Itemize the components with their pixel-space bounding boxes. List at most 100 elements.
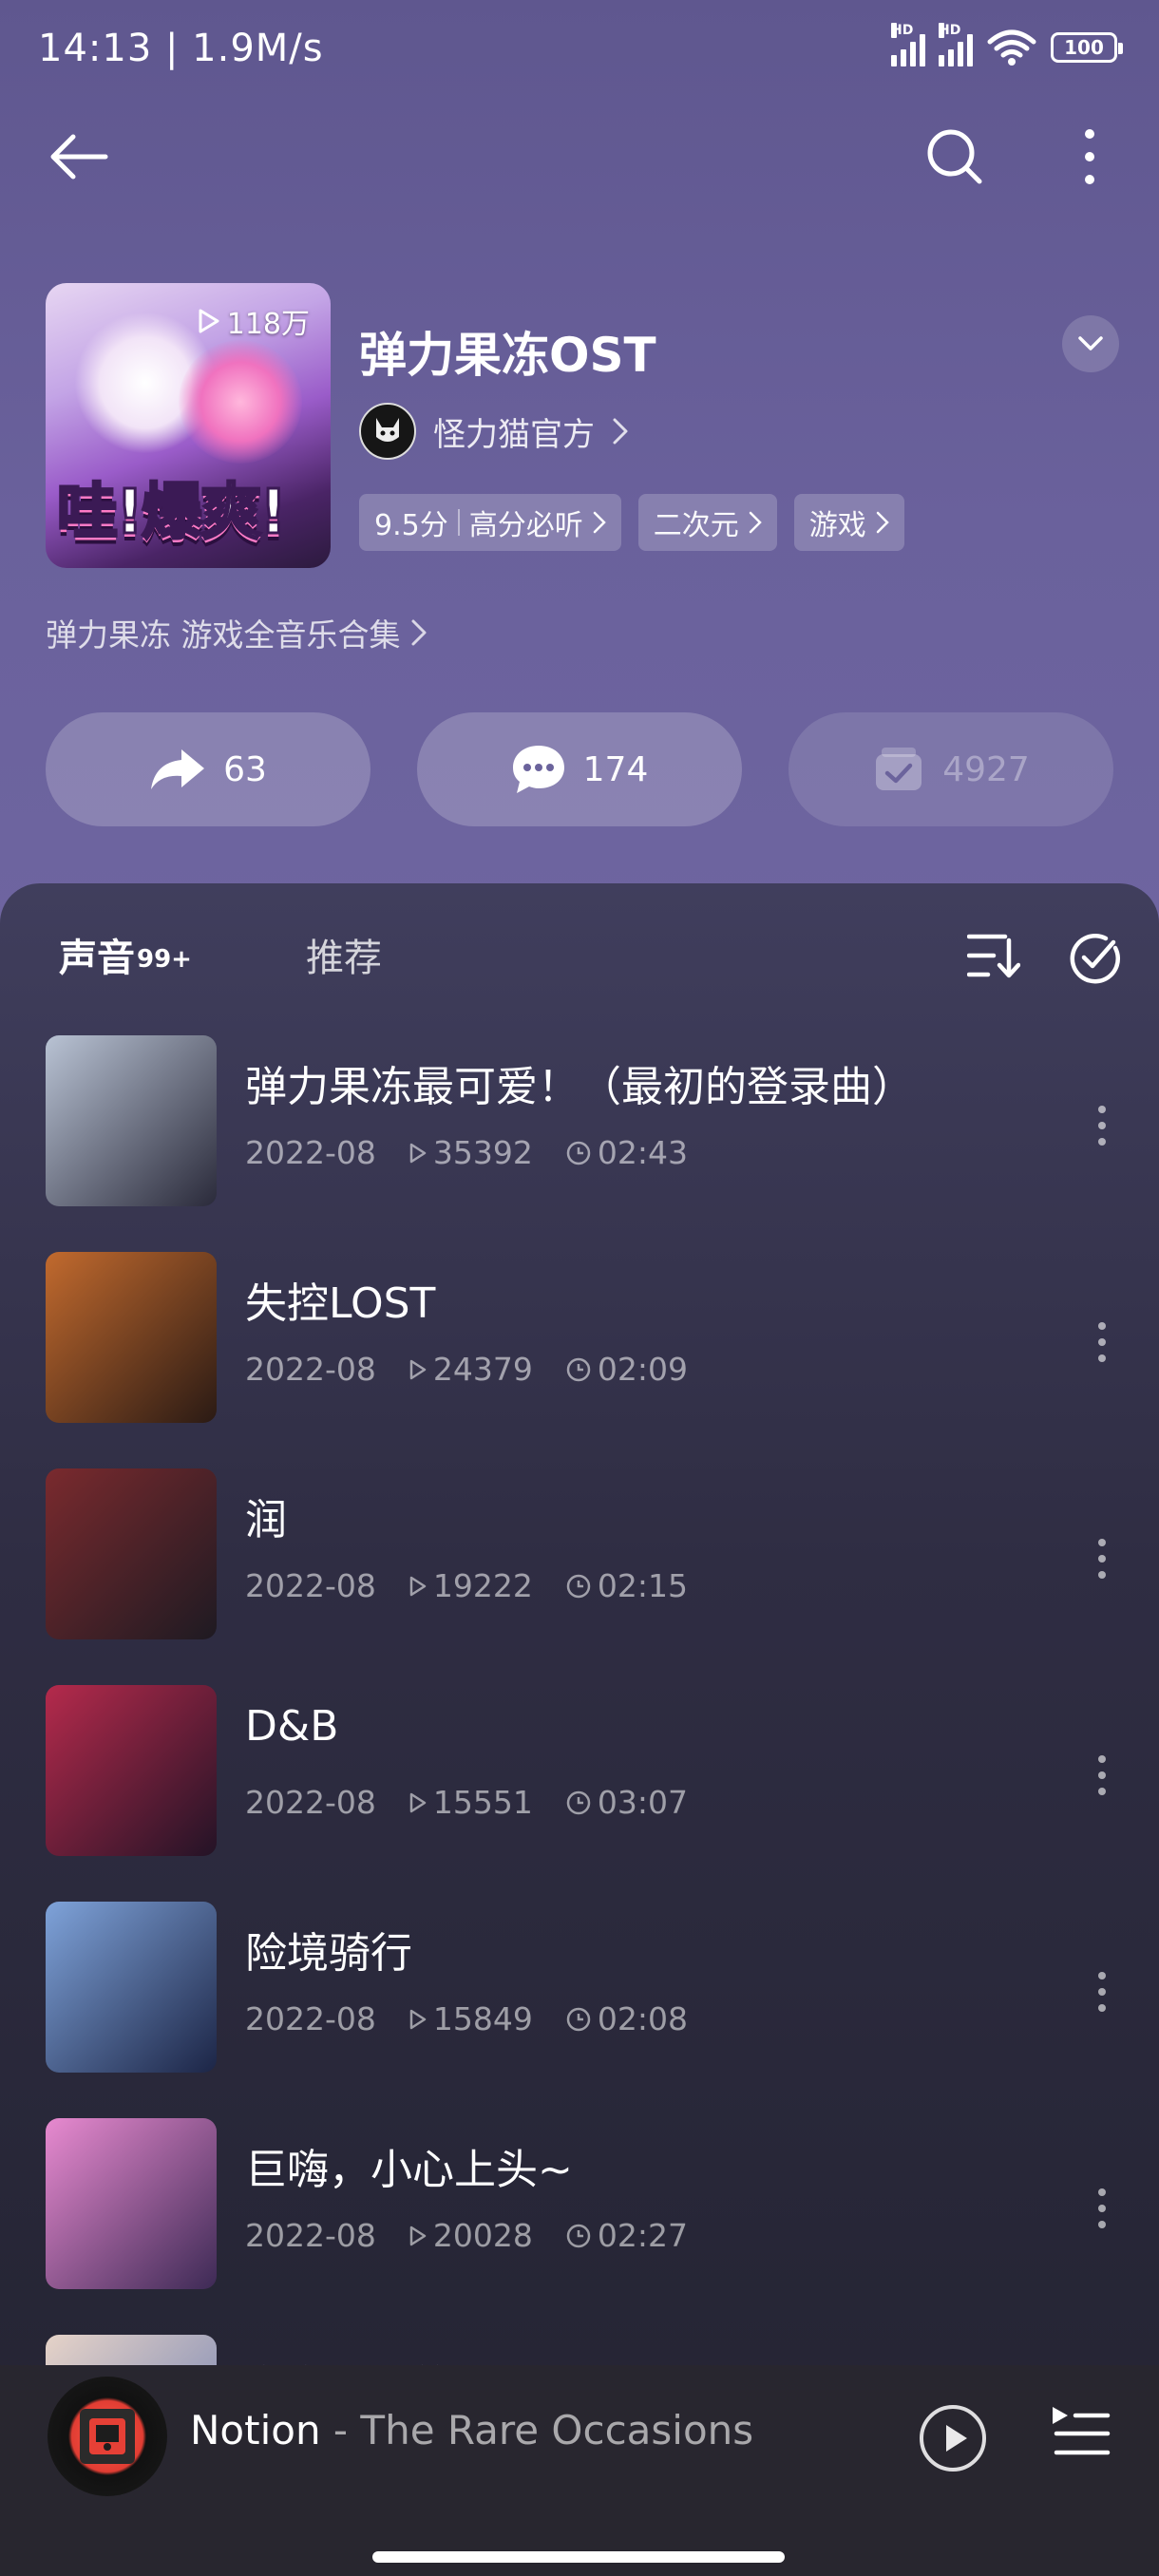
track-meta: 2022-08 20028 02:27 — [245, 2217, 688, 2254]
tab-recommend[interactable]: 推荐 — [306, 927, 382, 982]
more-button[interactable] — [1047, 114, 1132, 199]
rating-label: 高分必听 — [468, 509, 583, 542]
track-cover — [46, 1902, 217, 2073]
wifi-icon — [987, 29, 1036, 66]
track-cover-art — [46, 1252, 217, 1423]
album-play-count-text: 118万 — [226, 308, 310, 341]
album-header: 哇!爆爽! 118万 弹力果冻OST 怪力猫官方 9.5分 高分必听 二次元 游… — [46, 283, 1119, 568]
batch-select-button[interactable] — [1068, 931, 1121, 988]
cat-logo-icon — [376, 418, 399, 442]
tab-sounds[interactable]: 声音99+ — [51, 927, 192, 982]
clock-icon — [566, 1574, 591, 1598]
subscribe-count: 4927 — [942, 749, 1030, 789]
search-icon — [927, 129, 982, 184]
track-title: 弹力果冻最可爱！（最初的登录曲） — [245, 1063, 914, 1111]
track-cover — [46, 1035, 217, 1206]
status-bar: 14:13 | 1.9M/s HD HD 100 — [0, 0, 1159, 104]
now-playing-disc[interactable] — [48, 2377, 167, 2496]
track-cover-art — [46, 1035, 217, 1206]
track-date: 2022-08 — [245, 1784, 376, 1821]
track-row[interactable]: D&B 2022-08 15551 03:07 — [0, 1685, 1159, 1902]
search-button[interactable] — [912, 114, 998, 199]
chevron-right-icon — [876, 511, 889, 534]
now-playing-song: Notion — [190, 2407, 321, 2453]
track-plays-text: 20028 — [432, 2217, 533, 2254]
track-more-button[interactable] — [1083, 1959, 1121, 2025]
chevron-down-icon — [1078, 336, 1103, 350]
playlist-button[interactable] — [1049, 2403, 1112, 2464]
track-row[interactable]: 失控LOST 2022-08 24379 02:09 — [0, 1252, 1159, 1468]
share-button[interactable]: 63 — [46, 712, 370, 826]
tag-rating[interactable]: 9.5分 高分必听 — [359, 494, 621, 551]
track-row[interactable]: 弹力果冻最可爱！（最初的登录曲） 2022-08 35392 02:43 — [0, 1035, 1159, 1252]
home-indicator[interactable] — [372, 2551, 785, 2563]
tag-game[interactable]: 游戏 — [793, 494, 904, 551]
hd-label: HD — [891, 23, 914, 38]
mini-player[interactable]: Notion - The Rare Occasions — [0, 2365, 1159, 2576]
status-indicators: HD HD 100 — [891, 23, 1123, 66]
track-title: 润 — [245, 1496, 287, 1544]
cover-art-shape — [179, 340, 302, 464]
clock-icon — [566, 2007, 591, 2031]
subscribe-button[interactable]: 4927 — [788, 712, 1113, 826]
track-date: 2022-08 — [245, 1134, 376, 1171]
track-row[interactable]: 险境骑行 2022-08 15849 02:08 — [0, 1902, 1159, 2118]
track-panel: 声音99+ 推荐 弹力果冻最可爱！（最初的登录曲） 2022-08 35392 … — [0, 883, 1159, 2576]
track-more-button[interactable] — [1083, 2175, 1121, 2242]
playlist-icon — [1053, 2407, 1111, 2455]
track-cover — [46, 1252, 217, 1423]
track-date: 2022-08 — [245, 1567, 376, 1604]
track-plays-text: 19222 — [432, 1567, 533, 1604]
play-triangle-icon — [199, 309, 219, 333]
play-triangle-icon — [409, 1576, 427, 1596]
track-row[interactable]: 润 2022-08 19222 02:15 — [0, 1468, 1159, 1685]
track-cover-art — [46, 2118, 217, 2289]
track-more-button[interactable] — [1083, 1742, 1121, 1809]
sort-button[interactable] — [966, 931, 1021, 984]
track-plays: 24379 — [408, 1351, 533, 1388]
signal-icon: HD — [891, 23, 925, 66]
track-meta: 2022-08 15849 02:08 — [245, 2000, 688, 2037]
track-cover-art — [46, 1685, 217, 1856]
album-cover[interactable]: 哇!爆爽! 118万 — [46, 283, 331, 568]
track-plays-text: 35392 — [432, 1134, 533, 1171]
track-date: 2022-08 — [245, 1351, 376, 1388]
track-more-button[interactable] — [1083, 1092, 1121, 1159]
tag-list: 9.5分 高分必听 二次元 游戏 — [359, 494, 904, 551]
tab-sounds-label: 声音 — [59, 937, 135, 980]
track-meta: 2022-08 35392 02:43 — [245, 1134, 688, 1171]
track-date: 2022-08 — [245, 2000, 376, 2037]
hd-label: HD — [939, 23, 961, 38]
track-duration-text: 02:15 — [597, 1567, 688, 1604]
cover-art-lettering: 哇!爆爽! — [55, 477, 288, 550]
record-label-icon — [89, 2418, 125, 2454]
author-link[interactable]: 怪力猫官方 — [359, 403, 629, 460]
now-playing-title[interactable]: Notion - The Rare Occasions — [190, 2407, 753, 2453]
top-nav — [0, 114, 1159, 205]
track-row[interactable]: 巨嗨，小心上头~ 2022-08 20028 02:27 — [0, 2118, 1159, 2335]
album-description[interactable]: 弹力果冻 游戏全音乐合集 — [46, 610, 428, 655]
chevron-right-icon — [593, 511, 606, 534]
track-cover — [46, 1468, 217, 1639]
track-more-button[interactable] — [1083, 1525, 1121, 1592]
track-duration-text: 02:43 — [597, 1134, 688, 1171]
track-plays-text: 24379 — [432, 1351, 533, 1388]
comment-icon — [512, 746, 564, 793]
comment-button[interactable]: 174 — [417, 712, 742, 826]
play-triangle-icon — [409, 1359, 427, 1379]
track-duration-text: 02:27 — [597, 2217, 688, 2254]
play-triangle-icon — [409, 1143, 427, 1163]
play-button[interactable] — [918, 2403, 988, 2477]
track-more-button[interactable] — [1083, 1309, 1121, 1375]
tag-anime[interactable]: 二次元 — [637, 494, 777, 551]
check-circle-icon — [1070, 933, 1121, 984]
play-triangle-icon — [409, 2226, 427, 2245]
track-cover — [46, 1685, 217, 1856]
back-button[interactable] — [36, 114, 122, 199]
tab-sounds-badge: 99+ — [137, 945, 192, 974]
track-plays: 35392 — [408, 1134, 533, 1171]
album-play-count: 118万 — [197, 300, 310, 342]
expand-button[interactable] — [1062, 315, 1119, 372]
track-duration: 02:08 — [565, 2000, 688, 2037]
track-title: 险境骑行 — [245, 1929, 412, 1978]
